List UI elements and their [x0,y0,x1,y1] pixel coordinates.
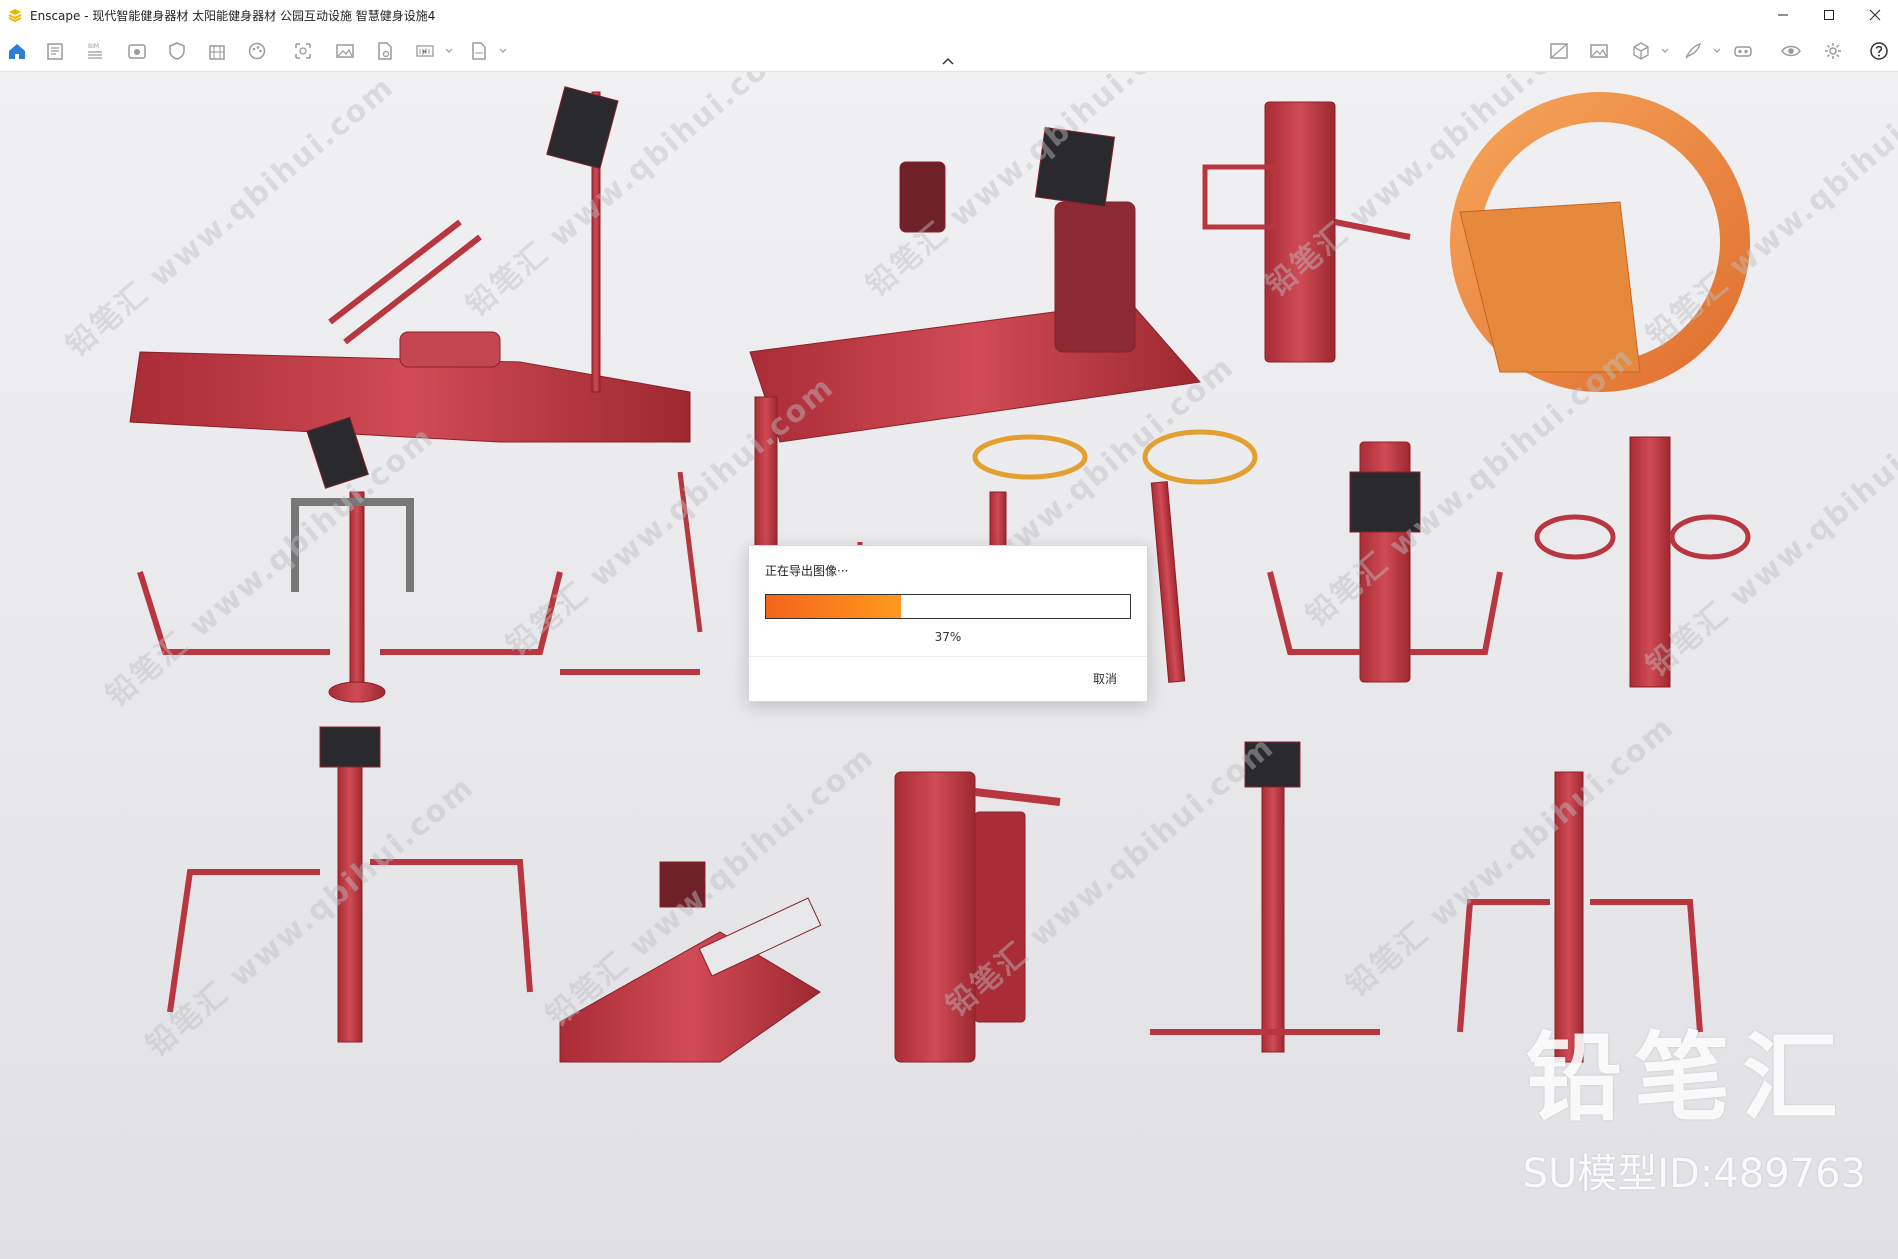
help-icon [1870,42,1888,60]
exe-export-icon [472,42,486,60]
document-button[interactable] [42,38,68,64]
camera-icon [295,43,311,59]
image-icon [336,44,354,58]
close-icon [1869,9,1881,21]
chevron-down-icon[interactable] [498,46,508,56]
ring-bike-unit [1450,92,1750,392]
minimize-icon [1778,14,1788,16]
maximize-button[interactable] [1806,0,1852,30]
dialog-title: 正在导出图像··· [765,564,849,578]
shield-button[interactable] [164,38,190,64]
home-button[interactable] [4,38,30,64]
file-button[interactable] [372,38,398,64]
twin-seat-trainer [137,416,563,703]
toolbar-collapse-icon[interactable] [940,56,956,66]
settings-button[interactable] [1820,38,1846,64]
settings-icon [1825,43,1841,59]
eye-icon [1781,45,1801,57]
document-icon [47,43,63,60]
rowing-machine [129,86,691,443]
view-icon [128,44,146,59]
exe-export-button[interactable] [466,38,492,64]
chevron-down-icon[interactable] [1660,46,1670,56]
view-button[interactable] [124,38,150,64]
cube-icon [1633,42,1649,60]
palette-icon [248,42,266,60]
shield-icon [169,42,185,60]
progress-fill [766,595,901,618]
model-id-watermark: SU模型ID:489763 [1522,1151,1866,1197]
export-progress-dialog: 正在导出图像··· 37% 取消 [748,545,1148,702]
png-export-icon [416,45,434,57]
file-icon [378,42,392,60]
cube-button[interactable] [1628,38,1654,64]
window-controls [1760,0,1898,30]
minimize-button[interactable] [1760,0,1806,30]
vr-headset-button[interactable] [1730,38,1756,64]
feather-icon [1685,42,1702,59]
title-bar: Enscape - 现代智能健身器材 太阳能健身器材 公园互动设施 智慧健身设施… [0,0,1898,30]
bim-icon: BIM [88,43,102,59]
image-button[interactable] [332,38,358,64]
cancel-button[interactable]: 取消 [1093,670,1117,687]
chevron-down-icon[interactable] [444,46,454,56]
maximize-icon [1824,10,1834,20]
enscape-logo-icon [8,9,22,22]
export-progress-bar [765,594,1131,619]
building-button[interactable] [204,38,230,64]
map-button[interactable] [1546,38,1572,64]
camera-button[interactable] [290,38,316,64]
brand-watermark: 铅笔汇 [1526,1022,1850,1134]
map-icon [1550,43,1568,59]
home-icon [9,44,25,59]
png-export-button[interactable] [412,38,438,64]
vr-headset-icon [1734,46,1752,57]
help-button[interactable] [1866,38,1892,64]
building-icon [209,45,225,60]
chevron-down-icon[interactable] [1712,46,1722,56]
bim-label: BIM [88,43,99,50]
feather-button[interactable] [1680,38,1706,64]
progress-percent: 37% [934,630,962,644]
palette-button[interactable] [244,38,270,64]
dialog-divider [749,656,1147,657]
window-title: Enscape - 现代智能健身器材 太阳能健身器材 公园互动设施 智慧健身设施… [30,8,436,23]
picture-icon [1590,44,1608,58]
close-button[interactable] [1852,0,1898,30]
eye-button[interactable] [1778,38,1804,64]
bim-button[interactable]: BIM [82,38,108,64]
picture-button[interactable] [1586,38,1612,64]
